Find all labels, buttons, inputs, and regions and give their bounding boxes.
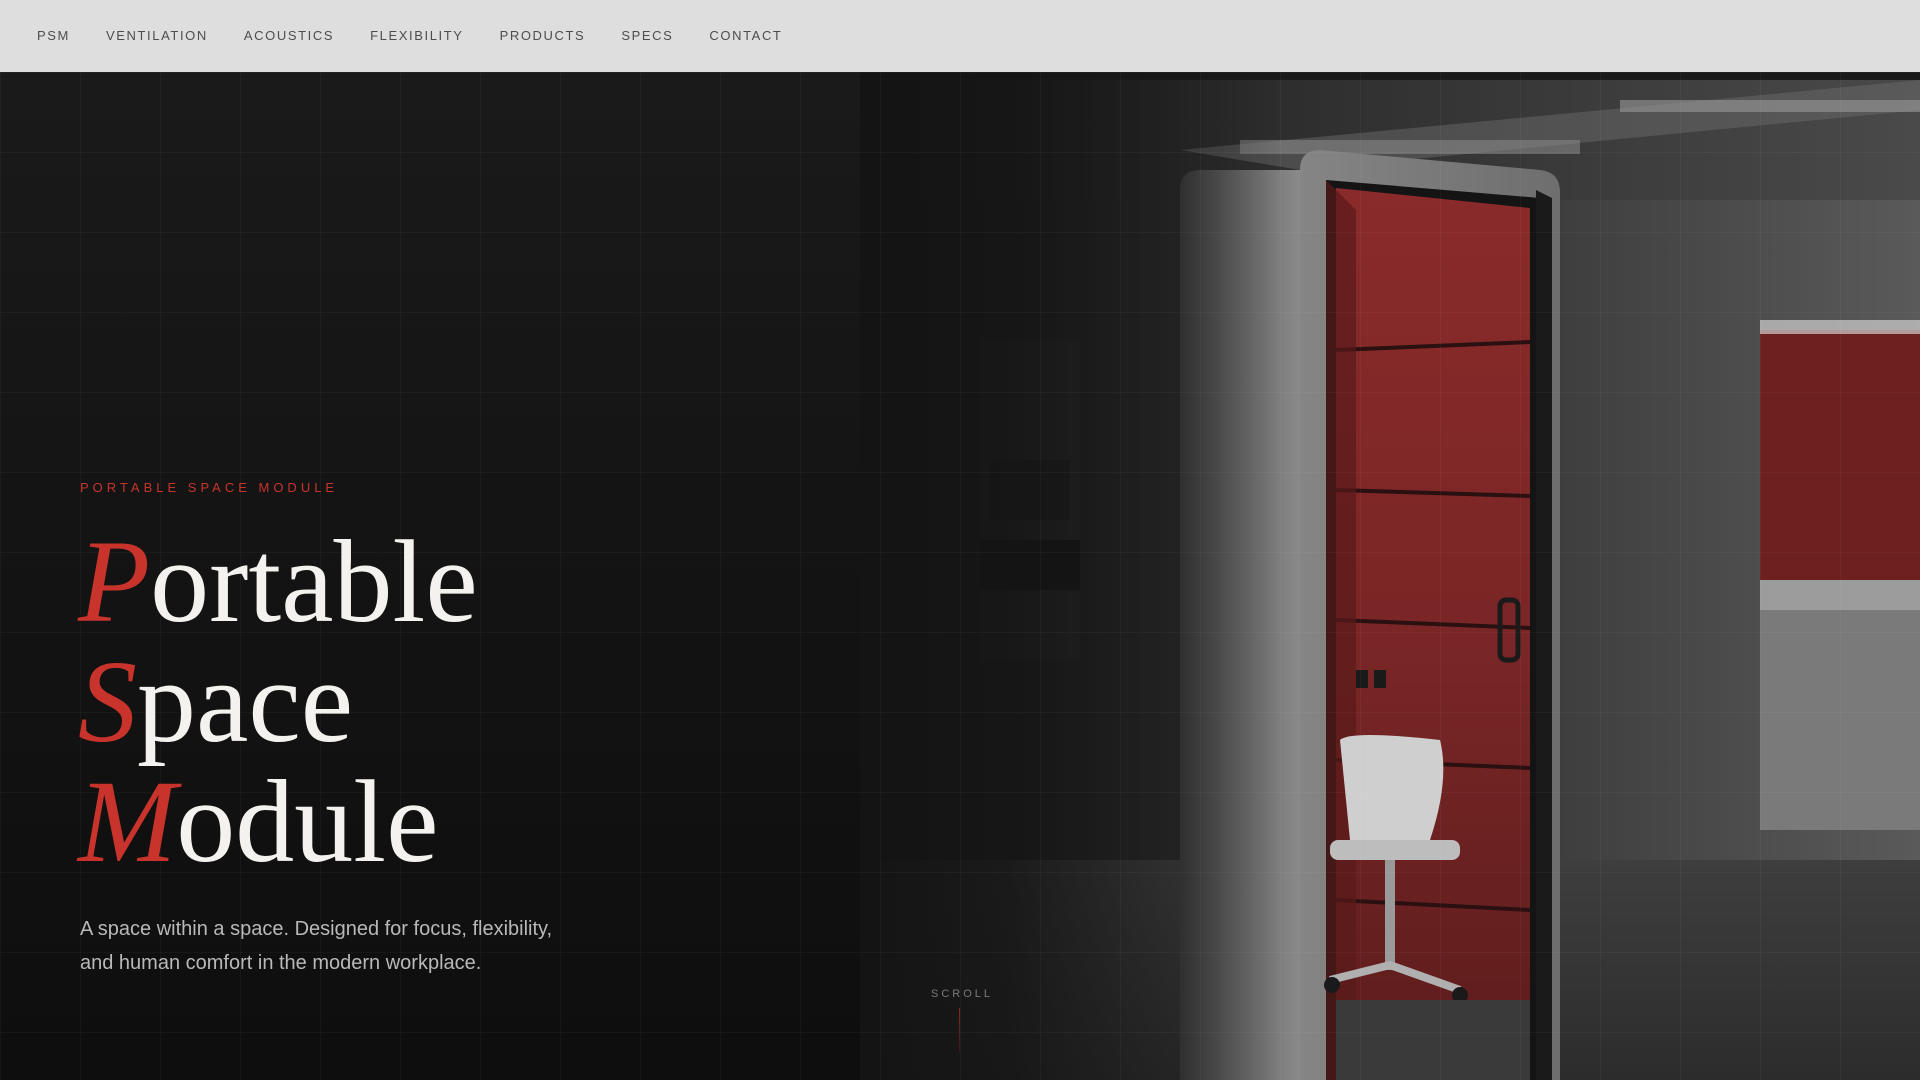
nav-item-psm[interactable]: PSM <box>37 0 70 72</box>
hero-tagline: A space within a space. Designed for foc… <box>80 912 640 980</box>
scroll-line <box>958 1008 960 1052</box>
scroll-label: SCROLL <box>931 988 994 1000</box>
nav-item-specs[interactable]: SPECS <box>621 0 673 72</box>
headline-line-portable: Portable <box>78 522 478 642</box>
headline-line-space: Space <box>78 642 478 762</box>
hero-headline: Portable Space Module <box>78 522 478 882</box>
hero-image-fade <box>860 72 1280 1080</box>
nav-item-acoustics[interactable]: ACOUSTICS <box>244 0 334 72</box>
headline-rest: pace <box>137 636 354 767</box>
headline-rest: odule <box>176 756 439 887</box>
headline-initial: M <box>78 756 177 887</box>
tagline-line: A space within a space. Designed for foc… <box>80 918 553 940</box>
headline-line-module: Module <box>78 762 478 882</box>
top-navigation: PSM VENTILATION ACOUSTICS FLEXIBILITY PR… <box>0 0 1920 72</box>
headline-initial: P <box>78 516 151 647</box>
nav-item-products[interactable]: PRODUCTS <box>500 0 586 72</box>
page: PSM VENTILATION ACOUSTICS FLEXIBILITY PR… <box>0 0 1920 1080</box>
nav-item-ventilation[interactable]: VENTILATION <box>106 0 208 72</box>
headline-initial: S <box>78 636 137 767</box>
headline-rest: ortable <box>150 516 478 647</box>
scroll-indicator[interactable]: SCROLL <box>931 988 994 1052</box>
nav-item-flexibility[interactable]: FLEXIBILITY <box>370 0 463 72</box>
hero-eyebrow: PORTABLE SPACE MODULE <box>80 480 339 495</box>
nav-item-contact[interactable]: CONTACT <box>709 0 782 72</box>
tagline-line: and human comfort in the modern workplac… <box>80 952 482 974</box>
